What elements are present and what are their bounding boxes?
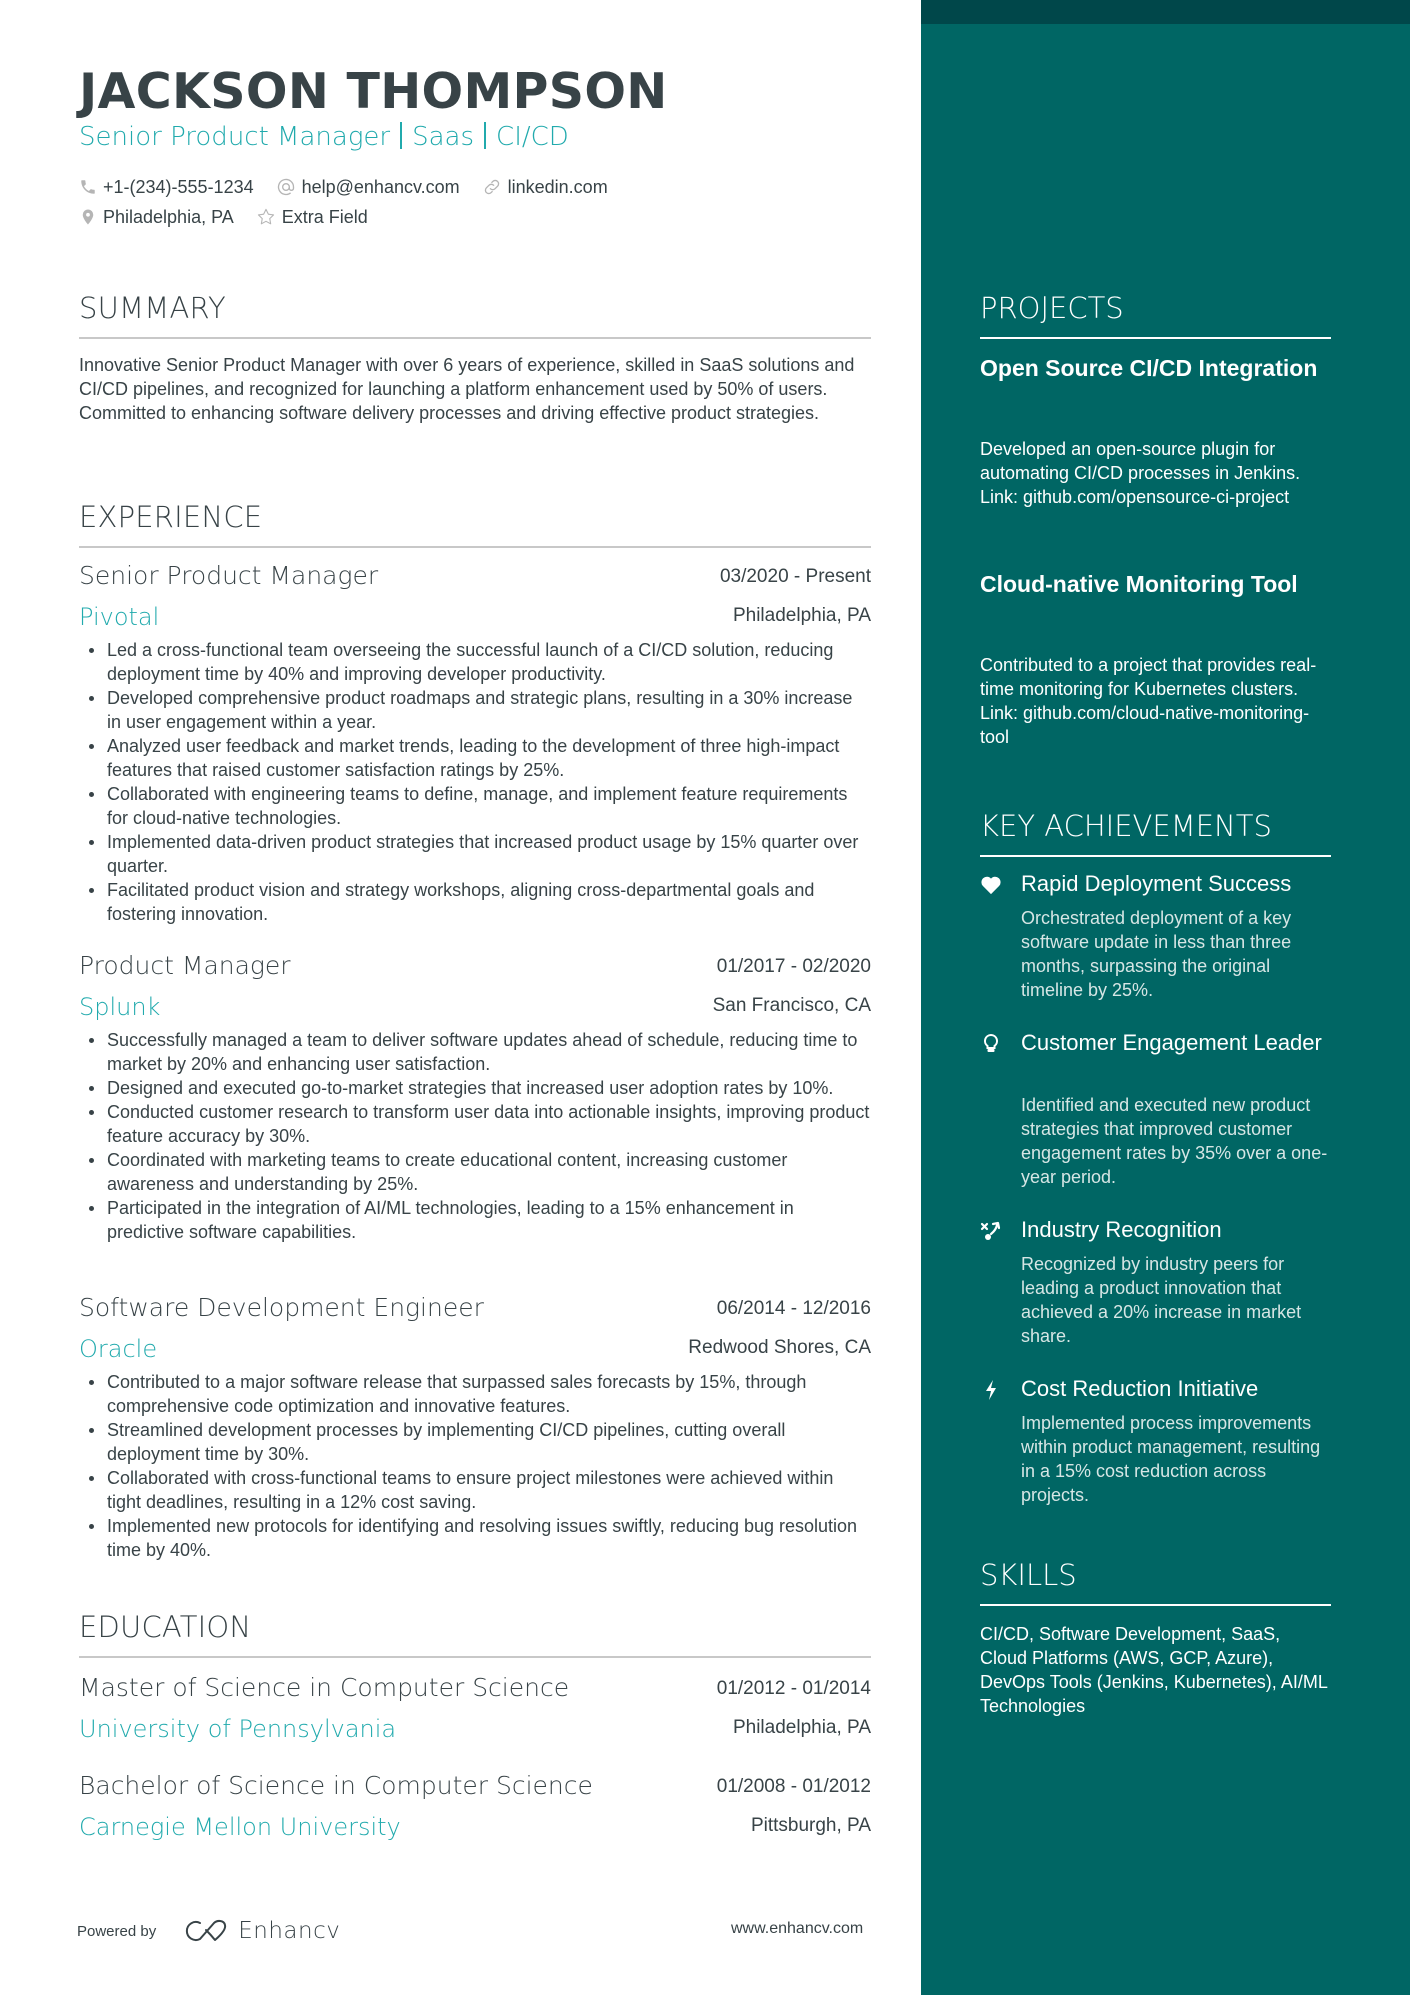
school: Carnegie Mellon University — [79, 1813, 401, 1841]
achievement-description: Identified and executed new product stra… — [1021, 1095, 1328, 1187]
summary-heading: SUMMARY — [79, 291, 226, 325]
achievement-description: Orchestrated deployment of a key softwar… — [1021, 908, 1292, 1000]
footer-branding: Powered by Enhancv — [77, 1918, 340, 1944]
achievements-divider — [980, 855, 1331, 857]
strategy-icon — [980, 1220, 1002, 1242]
job-bullet: Conducted customer research to transform… — [79, 1100, 871, 1148]
contact-phone[interactable]: +1-(234)-555-1234 — [79, 175, 254, 199]
enhancv-logo-icon — [186, 1919, 227, 1941]
sidebar: PROJECTS Open Source CI/CD Integration D… — [921, 0, 1410, 1995]
job-bullet: Streamlined development processes by imp… — [79, 1418, 871, 1466]
phone-text: +1-(234)-555-1234 — [103, 177, 254, 197]
education-dates: 01/2012 - 01/2014 — [716, 1678, 871, 1699]
education-location: Philadelphia, PA — [732, 1717, 871, 1738]
school: University of Pennsylvania — [79, 1715, 397, 1743]
phone-icon — [81, 180, 95, 194]
education-heading: EDUCATION — [79, 1610, 252, 1644]
job-company: Pivotal — [79, 603, 160, 631]
achievement-title: Rapid Deployment Success — [1021, 871, 1292, 896]
job-dates: 06/2014 - 12/2016 — [716, 1298, 871, 1319]
job-bullet: Contributed to a major software release … — [79, 1370, 871, 1418]
website-link[interactable]: www.enhancv.com — [731, 1920, 863, 1938]
linkedin-text: linkedin.com — [507, 177, 608, 197]
education-dates: 01/2008 - 01/2012 — [716, 1776, 871, 1797]
degree: Master of Science in Computer Science — [79, 1673, 570, 1702]
achievement-description: Recognized by industry peers for leading… — [1021, 1254, 1302, 1346]
job-bullets: Contributed to a major software release … — [79, 1370, 871, 1562]
job-bullet: Participated in the integration of AI/ML… — [79, 1196, 871, 1244]
extra-field-text: Extra Field — [281, 207, 368, 227]
project-description: Developed an open-source plugin for auto… — [980, 439, 1301, 507]
at-sign-icon — [277, 178, 294, 196]
contact-email[interactable]: help@enhancv.com — [276, 175, 460, 199]
job-bullets: Successfully managed a team to deliver s… — [79, 1028, 871, 1244]
job-title: Senior Product Manager — [79, 561, 379, 590]
job-company: Oracle — [79, 1335, 158, 1363]
job-bullet: Successfully managed a team to deliver s… — [79, 1028, 871, 1076]
job-location: San Francisco, CA — [712, 995, 871, 1016]
job-bullet: Led a cross-functional team overseeing t… — [79, 638, 871, 686]
sidebar-top-band — [921, 0, 1410, 24]
job-dates: 03/2020 - Present — [719, 566, 871, 587]
location-text: Philadelphia, PA — [103, 207, 234, 227]
job-title: Product Manager — [79, 951, 291, 980]
achievement-description: Implemented process improvements within … — [1021, 1413, 1321, 1505]
project-title: Cloud-native Monitoring Tool — [980, 571, 1298, 597]
job-bullet: Implemented data-driven product strategi… — [79, 830, 871, 878]
summary-text: Innovative Senior Product Manager with o… — [79, 355, 855, 423]
link-icon — [484, 179, 499, 195]
project-title: Open Source CI/CD Integration — [980, 355, 1318, 381]
job-bullet: Analyzed user feedback and market trends… — [79, 734, 871, 782]
skills-list: CI/CD, Software Development, SaaS, Cloud… — [980, 1624, 1328, 1716]
achievement-title: Industry Recognition — [1021, 1217, 1222, 1242]
job-company: Splunk — [79, 993, 161, 1021]
projects-heading: PROJECTS — [980, 291, 1124, 325]
contact-location: Philadelphia, PA — [79, 205, 234, 229]
skills-heading: SKILLS — [980, 1558, 1077, 1592]
job-bullet: Implemented new protocols for identifyin… — [79, 1514, 871, 1562]
job-location: Philadelphia, PA — [732, 605, 871, 626]
headline: Senior Product Manager Saas CI/CD — [79, 120, 569, 154]
powered-by-label: Powered by — [77, 1922, 157, 1940]
contact-linkedin[interactable]: linkedin.com — [482, 175, 608, 199]
email-text: help@enhancv.com — [301, 177, 460, 197]
job-dates: 01/2017 - 02/2020 — [716, 956, 871, 977]
contact-extra: Extra Field — [256, 205, 368, 229]
brand-name: Enhancv — [238, 1918, 341, 1944]
star-icon — [257, 208, 274, 225]
projects-divider — [980, 337, 1331, 339]
headline-separator — [400, 122, 403, 149]
headline-tag: Saas — [412, 122, 475, 152]
main-column: JACKSON THOMPSON Senior Product Manager S… — [0, 0, 921, 1995]
experience-heading: EXPERIENCE — [79, 500, 263, 534]
skills-divider — [980, 1604, 1331, 1606]
project-description: Contributed to a project that provides r… — [980, 655, 1317, 747]
lightbulb-icon — [980, 1033, 1002, 1055]
candidate-name: JACKSON THOMPSON — [79, 63, 668, 120]
lightning-icon — [980, 1379, 1002, 1401]
education-location: Pittsburgh, PA — [750, 1815, 871, 1836]
job-bullet: Collaborated with cross-functional teams… — [79, 1466, 871, 1514]
achievement-title: Cost Reduction Initiative — [1021, 1376, 1259, 1401]
achievements-heading: KEY ACHIEVEMENTS — [980, 809, 1272, 843]
heart-icon — [980, 874, 1002, 896]
job-title: Software Development Engineer — [79, 1293, 484, 1322]
job-bullet: Facilitated product vision and strategy … — [79, 878, 871, 926]
headline-separator — [484, 122, 487, 149]
job-location: Redwood Shores, CA — [688, 1337, 871, 1358]
job-bullet: Designed and executed go-to-market strat… — [79, 1076, 871, 1100]
headline-role: Senior Product Manager — [79, 122, 391, 152]
achievement-title: Customer Engagement Leader — [1021, 1030, 1322, 1055]
job-bullet: Developed comprehensive product roadmaps… — [79, 686, 871, 734]
summary-divider — [79, 337, 871, 339]
job-bullets: Led a cross-functional team overseeing t… — [79, 638, 871, 926]
job-bullet: Coordinated with marketing teams to crea… — [79, 1148, 871, 1196]
degree: Bachelor of Science in Computer Science — [79, 1771, 593, 1800]
location-pin-icon — [82, 209, 94, 225]
experience-divider — [79, 546, 871, 548]
job-bullet: Collaborated with engineering teams to d… — [79, 782, 871, 830]
contact-info: +1-(234)-555-1234 help@enhancv.com linke… — [79, 172, 630, 232]
education-divider — [79, 1656, 871, 1658]
headline-tag: CI/CD — [496, 122, 569, 152]
